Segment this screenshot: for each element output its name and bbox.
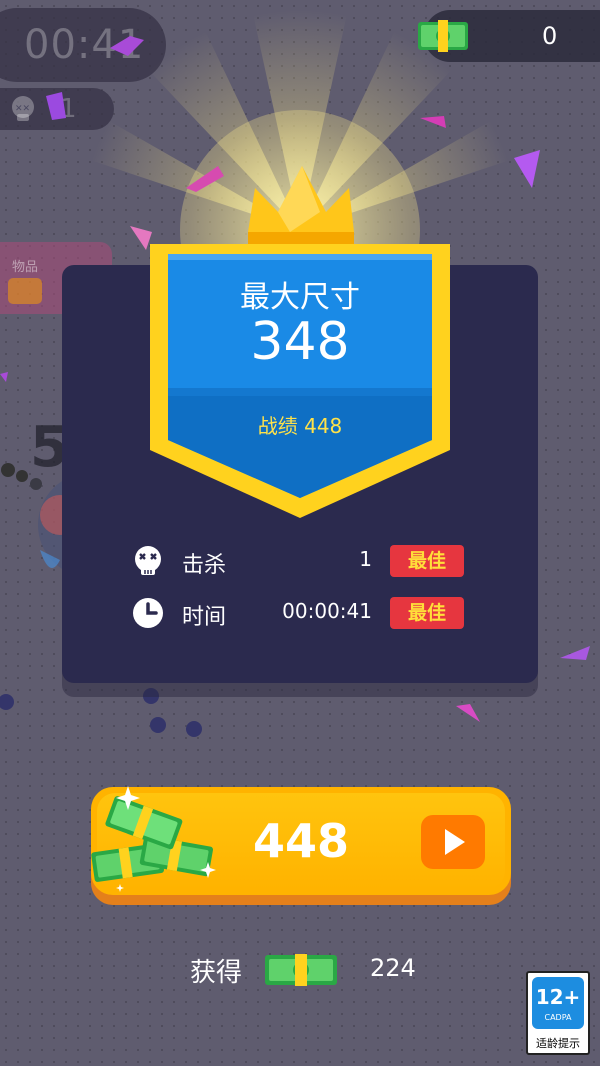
confetti [0, 36, 590, 722]
age-rating: 12+ [535, 985, 581, 1009]
earn-row: 获得 224 [190, 948, 430, 992]
rating-org: CADPA [544, 1013, 572, 1022]
cash-icon [265, 954, 337, 986]
cash-stack-icon [91, 786, 216, 892]
play-icon [421, 815, 485, 869]
rating-tip: 适龄提示 [536, 1037, 580, 1050]
earn-label: 获得 [190, 958, 243, 988]
age-rating-badge: 12+ CADPA 适龄提示 [526, 971, 590, 1055]
earn-value: 224 [370, 954, 416, 982]
